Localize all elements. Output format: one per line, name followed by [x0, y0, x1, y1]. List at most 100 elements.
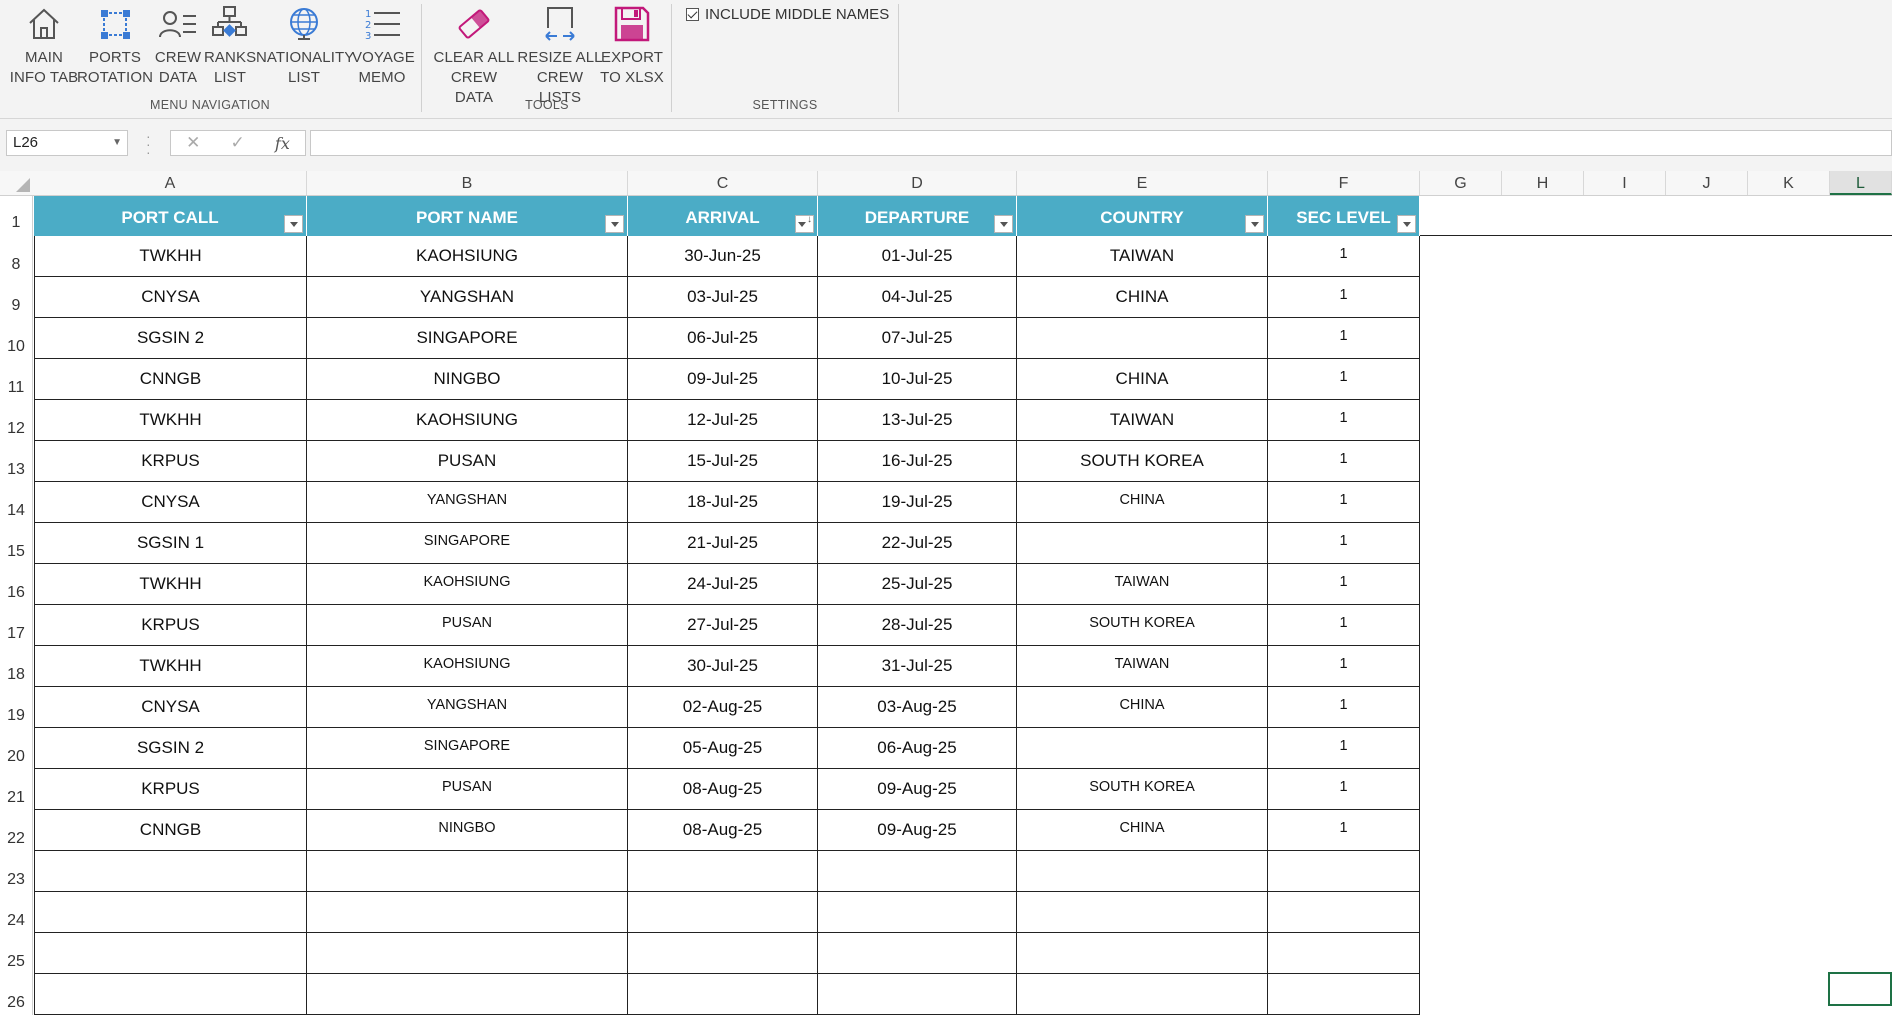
- cell-arrival[interactable]: 24-Jul-25: [628, 564, 818, 605]
- column-header-h[interactable]: H: [1502, 171, 1584, 195]
- cell-port-name[interactable]: KAOHSIUNG: [307, 564, 628, 605]
- name-box[interactable]: L26 ▼: [6, 130, 128, 156]
- row-header[interactable]: 22: [0, 810, 33, 851]
- cell-port-name[interactable]: NINGBO: [307, 810, 628, 851]
- cell-port-call[interactable]: [34, 974, 307, 1015]
- cell-port-call[interactable]: CNNGB: [34, 810, 307, 851]
- cell-departure[interactable]: 10-Jul-25: [818, 359, 1017, 400]
- cell-arrival[interactable]: [628, 892, 818, 933]
- row-header[interactable]: 23: [0, 851, 33, 892]
- cell-country[interactable]: CHINA: [1017, 277, 1268, 318]
- cell-arrival[interactable]: 30-Jun-25: [628, 236, 818, 277]
- cell-port-name[interactable]: YANGSHAN: [307, 687, 628, 728]
- cell-sec-level[interactable]: 1: [1268, 769, 1420, 810]
- cell-port-name[interactable]: SINGAPORE: [307, 728, 628, 769]
- cell-country[interactable]: CHINA: [1017, 687, 1268, 728]
- cell-port-call[interactable]: CNYSA: [34, 277, 307, 318]
- column-header-l[interactable]: L: [1830, 171, 1892, 195]
- cell-sec-level[interactable]: 1: [1268, 728, 1420, 769]
- formula-bar-grip-icon[interactable]: · · ·: [146, 129, 151, 159]
- filter-dropdown-icon[interactable]: [1245, 215, 1264, 233]
- cell-arrival[interactable]: 08-Aug-25: [628, 769, 818, 810]
- main-info-tab-button[interactable]: MAIN INFO TAB: [6, 4, 82, 88]
- export-to-xlsx-button[interactable]: EXPORT TO XLSX: [596, 4, 668, 88]
- cell-port-call[interactable]: KRPUS: [34, 769, 307, 810]
- chevron-down-icon[interactable]: ▼: [112, 131, 122, 155]
- row-header[interactable]: 16: [0, 564, 33, 605]
- column-header-j[interactable]: J: [1666, 171, 1748, 195]
- cell-port-call[interactable]: TWKHH: [34, 236, 307, 277]
- cell-sec-level[interactable]: [1268, 851, 1420, 892]
- filter-dropdown-icon[interactable]: [284, 215, 303, 233]
- cell-country[interactable]: [1017, 974, 1268, 1015]
- row-header[interactable]: 15: [0, 523, 33, 564]
- filter-dropdown-icon[interactable]: [605, 215, 624, 233]
- cell-port-name[interactable]: NINGBO: [307, 359, 628, 400]
- cell-port-call[interactable]: TWKHH: [34, 564, 307, 605]
- cell-departure[interactable]: 31-Jul-25: [818, 646, 1017, 687]
- cell-port-call[interactable]: [34, 892, 307, 933]
- cell-country[interactable]: TAIWAN: [1017, 646, 1268, 687]
- cell-port-call[interactable]: CNNGB: [34, 359, 307, 400]
- cell-port-name[interactable]: PUSAN: [307, 769, 628, 810]
- cell-country[interactable]: SOUTH KOREA: [1017, 605, 1268, 646]
- filter-dropdown-icon[interactable]: [994, 215, 1013, 233]
- clear-all-crew-data-button[interactable]: CLEAR ALL CREW DATA: [432, 4, 516, 108]
- cell-arrival[interactable]: [628, 851, 818, 892]
- cell-departure[interactable]: 28-Jul-25: [818, 605, 1017, 646]
- cell-arrival[interactable]: 03-Jul-25: [628, 277, 818, 318]
- header-cell-departure[interactable]: DEPARTURE: [818, 196, 1017, 236]
- cell-departure[interactable]: 25-Jul-25: [818, 564, 1017, 605]
- cell-departure[interactable]: [818, 974, 1017, 1015]
- cell-departure[interactable]: [818, 851, 1017, 892]
- cell-country[interactable]: [1017, 318, 1268, 359]
- cell-country[interactable]: SOUTH KOREA: [1017, 441, 1268, 482]
- cell-departure[interactable]: 09-Aug-25: [818, 810, 1017, 851]
- resize-all-crew-lists-button[interactable]: RESIZE ALL CREW LISTS: [516, 4, 604, 108]
- column-header-e[interactable]: E: [1017, 171, 1268, 195]
- cell-country[interactable]: CHINA: [1017, 359, 1268, 400]
- column-header-a[interactable]: A: [34, 171, 307, 195]
- crew-data-button[interactable]: CREW DATA: [154, 4, 202, 88]
- cell-country[interactable]: [1017, 892, 1268, 933]
- header-cell-sec-level[interactable]: SEC LEVEL: [1268, 196, 1420, 236]
- row-header[interactable]: 9: [0, 277, 33, 318]
- insert-function-icon[interactable]: fx: [275, 134, 290, 153]
- cell-arrival[interactable]: 30-Jul-25: [628, 646, 818, 687]
- cell-country[interactable]: [1017, 851, 1268, 892]
- cell-port-name[interactable]: PUSAN: [307, 605, 628, 646]
- cell-port-name[interactable]: [307, 892, 628, 933]
- confirm-icon[interactable]: ✓: [231, 133, 245, 153]
- cell-arrival[interactable]: 18-Jul-25: [628, 482, 818, 523]
- cell-port-name[interactable]: YANGSHAN: [307, 482, 628, 523]
- cell-port-call[interactable]: CNYSA: [34, 482, 307, 523]
- cell-sec-level[interactable]: 1: [1268, 687, 1420, 728]
- cell-sec-level[interactable]: [1268, 933, 1420, 974]
- select-all-corner[interactable]: [0, 171, 34, 195]
- row-header[interactable]: 19: [0, 687, 33, 728]
- cell-sec-level[interactable]: 1: [1268, 810, 1420, 851]
- row-header[interactable]: 25: [0, 933, 33, 974]
- cell-arrival[interactable]: 21-Jul-25: [628, 523, 818, 564]
- cell-port-name[interactable]: [307, 933, 628, 974]
- column-header-g[interactable]: G: [1420, 171, 1502, 195]
- row-header[interactable]: 8: [0, 236, 33, 277]
- cell-sec-level[interactable]: 1: [1268, 318, 1420, 359]
- cell-port-call[interactable]: KRPUS: [34, 441, 307, 482]
- cell-port-name[interactable]: KAOHSIUNG: [307, 236, 628, 277]
- cell-sec-level[interactable]: 1: [1268, 236, 1420, 277]
- cell-arrival[interactable]: 02-Aug-25: [628, 687, 818, 728]
- cell-arrival[interactable]: 12-Jul-25: [628, 400, 818, 441]
- row-header[interactable]: 14: [0, 482, 33, 523]
- row-header[interactable]: 18: [0, 646, 33, 687]
- cell-arrival[interactable]: 15-Jul-25: [628, 441, 818, 482]
- cell-sec-level[interactable]: 1: [1268, 564, 1420, 605]
- cell-arrival[interactable]: 06-Jul-25: [628, 318, 818, 359]
- row-header[interactable]: 11: [0, 359, 33, 400]
- row-header[interactable]: 24: [0, 892, 33, 933]
- cell-port-call[interactable]: [34, 851, 307, 892]
- column-header-c[interactable]: C: [628, 171, 818, 195]
- header-cell-port-call[interactable]: PORT CALL: [34, 196, 307, 236]
- cell-port-call[interactable]: SGSIN 2: [34, 728, 307, 769]
- cell-sec-level[interactable]: 1: [1268, 482, 1420, 523]
